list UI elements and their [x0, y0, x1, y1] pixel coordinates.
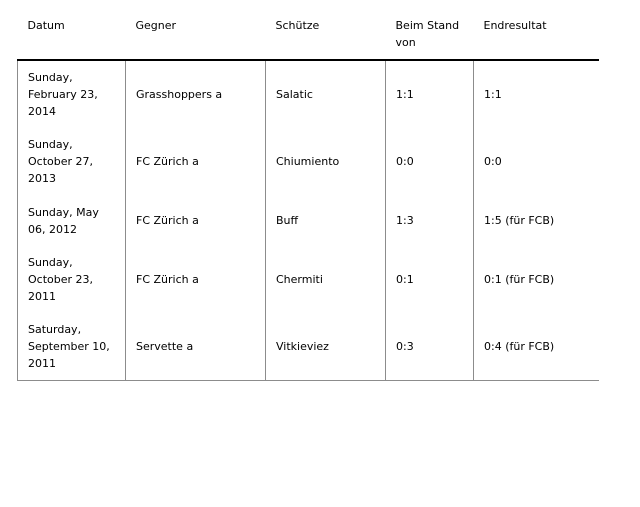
- column-header-datum: Datum: [17, 10, 126, 61]
- column-header-schuetze: Schütze: [265, 10, 386, 61]
- table-body: Sunday, February 23, 2014 Grasshoppers a…: [17, 60, 599, 381]
- cell-schuetze: Chiumiento: [265, 128, 386, 195]
- table-header-row: Datum Gegner Schütze Beim Stand von Endr…: [17, 10, 599, 61]
- table-row: Sunday, May 06, 2012 FC Zürich a Buff 1:…: [17, 195, 599, 246]
- stats-table-container: Datum Gegner Schütze Beim Stand von Endr…: [17, 10, 599, 381]
- cell-schuetze: Vitkieviez: [265, 313, 386, 381]
- cell-endresultat: 0:4 (für FCB): [473, 313, 599, 381]
- cell-gegner: FC Zürich a: [125, 128, 266, 195]
- cell-datum: Sunday, October 23, 2011: [17, 246, 126, 313]
- table-row: Sunday, October 23, 2011 FC Zürich a Che…: [17, 246, 599, 313]
- cell-gegner: Grasshoppers a: [125, 60, 266, 128]
- cell-datum: Sunday, February 23, 2014: [17, 60, 126, 128]
- cell-beim-stand-von: 0:0: [385, 128, 474, 195]
- cell-endresultat: 0:1 (für FCB): [473, 246, 599, 313]
- table-header: Datum Gegner Schütze Beim Stand von Endr…: [17, 10, 599, 61]
- cell-schuetze: Salatic: [265, 60, 386, 128]
- cell-datum: Sunday, October 27, 2013: [17, 128, 126, 195]
- cell-endresultat: 1:1: [473, 60, 599, 128]
- cell-beim-stand-von: 1:3: [385, 195, 474, 246]
- table-row: Sunday, February 23, 2014 Grasshoppers a…: [17, 60, 599, 128]
- page-root: Datum Gegner Schütze Beim Stand von Endr…: [0, 0, 640, 507]
- cell-schuetze: Chermiti: [265, 246, 386, 313]
- match-goals-table: Datum Gegner Schütze Beim Stand von Endr…: [17, 10, 599, 381]
- table-row: Saturday, September 10, 2011 Servette a …: [17, 313, 599, 381]
- column-header-gegner: Gegner: [125, 10, 266, 61]
- column-header-beim-stand-von: Beim Stand von: [385, 10, 474, 61]
- cell-beim-stand-von: 0:3: [385, 313, 474, 381]
- cell-beim-stand-von: 1:1: [385, 60, 474, 128]
- cell-datum: Saturday, September 10, 2011: [17, 313, 126, 381]
- cell-gegner: Servette a: [125, 313, 266, 381]
- column-header-endresultat: Endresultat: [473, 10, 599, 61]
- cell-endresultat: 1:5 (für FCB): [473, 195, 599, 246]
- cell-gegner: FC Zürich a: [125, 246, 266, 313]
- table-row: Sunday, October 27, 2013 FC Zürich a Chi…: [17, 128, 599, 195]
- cell-beim-stand-von: 0:1: [385, 246, 474, 313]
- cell-endresultat: 0:0: [473, 128, 599, 195]
- cell-gegner: FC Zürich a: [125, 195, 266, 246]
- cell-schuetze: Buff: [265, 195, 386, 246]
- cell-datum: Sunday, May 06, 2012: [17, 195, 126, 246]
